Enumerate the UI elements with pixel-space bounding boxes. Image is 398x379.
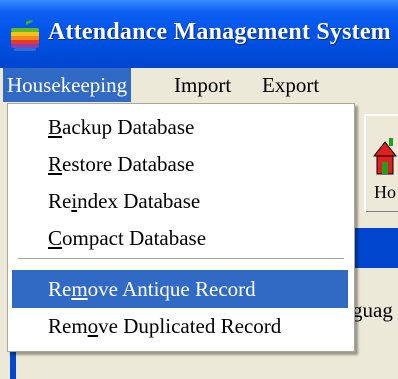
menu-item-label: Backup Database — [48, 115, 195, 139]
blue-header-band — [350, 228, 398, 268]
toolbar-button-label: Ho — [374, 182, 396, 202]
menu-housekeeping[interactable]: Housekeeping — [3, 68, 132, 102]
menu-item-label: Restore Database — [48, 152, 195, 176]
window-title: Attendance Management System — [48, 19, 391, 45]
home-toolbar-button[interactable]: Ho — [364, 114, 398, 212]
menu-item-label: Remove Antique Record — [48, 277, 256, 301]
apple-icon — [11, 20, 39, 51]
menu-item-label: Compact Database — [48, 226, 207, 250]
menu-item-compact-database[interactable]: Compact Database — [12, 219, 348, 257]
housekeeping-dropdown: Backup Database Restore Database Reindex D… — [7, 103, 355, 352]
house-icon — [372, 138, 398, 175]
menu-export[interactable]: Export — [258, 68, 323, 102]
menu-item-label: Remove Duplicated Record — [48, 314, 282, 338]
title-bar: Attendance Management System — [0, 0, 398, 68]
menu-item-label: Reindex Database — [48, 189, 201, 213]
menu-item-reindex-database[interactable]: Reindex Database — [12, 182, 348, 220]
menu-item-backup-database[interactable]: Backup Database — [12, 108, 348, 146]
menu-item-remove-antique-record[interactable]: Remove Antique Record — [12, 270, 348, 308]
menu-item-restore-database[interactable]: Restore Database — [12, 145, 348, 183]
menu-separator — [18, 258, 344, 260]
menu-bar: Housekeeping Import Export — [0, 68, 398, 102]
language-label: guag — [352, 298, 393, 322]
menu-import[interactable]: Import — [170, 68, 235, 102]
menu-item-remove-duplicated-record[interactable]: Remove Duplicated Record — [12, 307, 348, 345]
